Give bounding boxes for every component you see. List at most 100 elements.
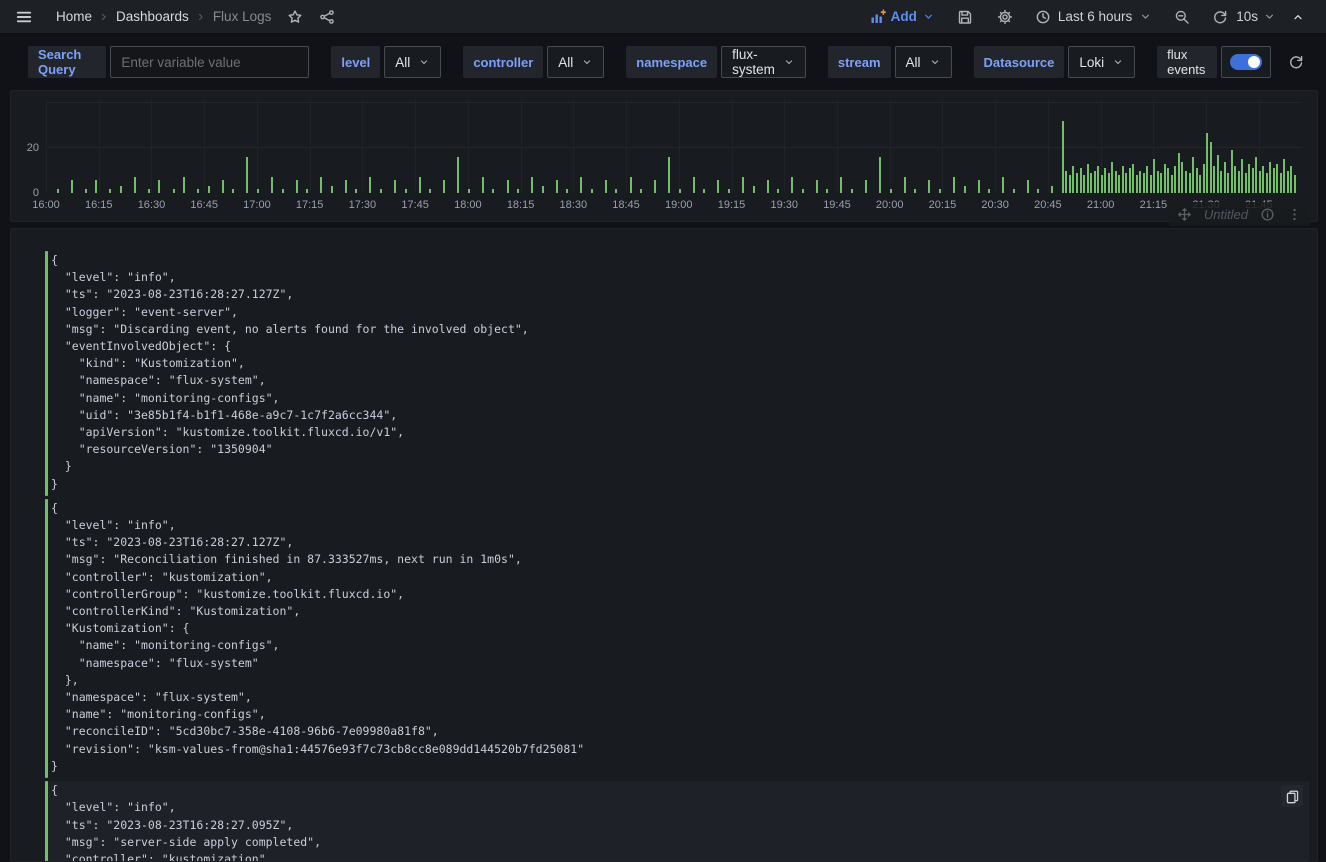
log-volume-bar <box>1150 175 1152 193</box>
flux-events-toggle[interactable] <box>1221 46 1271 78</box>
log-line: "ts": "2023-08-23T16:28:27.127Z", <box>51 286 529 303</box>
variable-flux-events: flux events <box>1157 46 1271 78</box>
favorite-star-button[interactable] <box>281 3 309 31</box>
menu-icon <box>15 8 33 26</box>
chart-plot[interactable] <box>46 99 1301 193</box>
log-line: } <box>51 458 529 475</box>
log-volume-bar <box>1083 175 1085 193</box>
log-volume-bar <box>1146 166 1148 193</box>
panel-menu-icon[interactable] <box>1287 207 1302 222</box>
stream-label: stream <box>828 46 891 78</box>
log-volume-bar <box>173 189 175 193</box>
log-volume-bar <box>1087 164 1089 193</box>
log-volume-bar <box>457 157 459 193</box>
logs-list: { "level": "info", "ts": "2023-08-23T16:… <box>11 229 1317 861</box>
log-volume-bar <box>879 157 881 193</box>
log-row[interactable]: { "level": "info", "ts": "2023-08-23T16:… <box>45 251 1309 496</box>
gridline-vertical <box>362 99 363 193</box>
level-value-dropdown[interactable]: All <box>384 46 441 78</box>
log-volume-bar <box>1171 175 1173 193</box>
log-volume-bar <box>1115 171 1117 193</box>
log-volume-bar <box>1111 162 1113 193</box>
move-panel-icon[interactable] <box>1177 207 1192 222</box>
log-volume-bar <box>1262 166 1264 193</box>
refresh-dashboard-button[interactable] <box>1206 3 1234 31</box>
log-row[interactable]: { "level": "info", "ts": "2023-08-23T16:… <box>45 781 1309 862</box>
x-tick-label: 20:45 <box>1034 199 1062 211</box>
gridline-vertical <box>837 99 838 193</box>
collapse-nav-button[interactable] <box>1284 3 1312 31</box>
log-volume-bar <box>394 180 396 193</box>
log-volume-bar <box>630 177 632 193</box>
log-line: "ts": "2023-08-23T16:28:27.095Z", <box>51 817 404 834</box>
gridline-vertical <box>995 99 996 193</box>
refresh-variables-button[interactable] <box>1285 48 1308 76</box>
log-volume-bar <box>1280 173 1282 193</box>
chevron-down-icon <box>1263 10 1276 23</box>
log-volume-bar <box>742 177 744 193</box>
gridline-vertical <box>415 99 416 193</box>
log-line: "Kustomization": { <box>51 620 584 637</box>
log-level-indicator <box>45 499 48 778</box>
x-tick-label: 19:45 <box>823 199 851 211</box>
gridline-vertical <box>310 99 311 193</box>
log-volume-bar <box>1129 168 1131 193</box>
save-dashboard-button[interactable] <box>951 3 979 31</box>
x-tick-label: 17:45 <box>401 199 429 211</box>
breadcrumb-home[interactable]: Home <box>56 9 92 24</box>
x-tick-label: 16:30 <box>138 199 166 211</box>
search-query-input[interactable] <box>110 46 309 78</box>
grafana-dashboard: Home Dashboards Flux Logs Add <box>0 0 1326 862</box>
share-button[interactable] <box>313 3 341 31</box>
log-volume-bar <box>654 180 656 193</box>
log-volume-bar <box>405 189 407 193</box>
gridline-vertical <box>151 99 152 193</box>
refresh-interval-dropdown[interactable]: 10s <box>1236 9 1276 24</box>
log-volume-bar <box>816 180 818 193</box>
level-value: All <box>395 55 410 70</box>
controller-value-dropdown[interactable]: All <box>547 46 604 78</box>
log-volume-bar <box>964 186 966 193</box>
log-line: "controller": "kustomization", <box>51 569 584 586</box>
chevron-down-icon <box>418 56 430 68</box>
dashboard-settings-button[interactable] <box>991 3 1019 31</box>
log-json-body: { "level": "info", "ts": "2023-08-23T16:… <box>51 781 404 862</box>
menu-button[interactable] <box>10 3 38 31</box>
log-volume-bar <box>1094 171 1096 193</box>
log-volume-bar <box>109 189 111 193</box>
log-volume-bar <box>1294 175 1296 193</box>
log-volume-bar <box>345 180 347 193</box>
x-tick-label: 18:30 <box>560 199 588 211</box>
stream-value-dropdown[interactable]: All <box>895 46 952 78</box>
log-volume-bar <box>1143 173 1145 193</box>
gear-icon <box>997 9 1013 25</box>
log-volume-bar <box>1248 164 1250 193</box>
time-range-picker[interactable]: Last 6 hours <box>1029 5 1158 29</box>
panel-hover-header: Untitled <box>1169 202 1310 226</box>
log-row[interactable]: { "level": "info", "ts": "2023-08-23T16:… <box>45 499 1309 778</box>
namespace-value-dropdown[interactable]: flux-system <box>721 46 806 78</box>
log-volume-bar <box>1192 157 1194 193</box>
log-volume-bar <box>57 189 59 193</box>
copy-log-button[interactable] <box>1281 785 1303 807</box>
log-volume-bar <box>222 180 224 193</box>
log-volume-bar <box>717 180 719 193</box>
log-line: "reconcileID": "5cd30bc7-358e-4108-96b6-… <box>51 723 584 740</box>
log-line: "namespace": "flux-system", <box>51 689 584 706</box>
datasource-value-dropdown[interactable]: Loki <box>1068 46 1135 78</box>
log-volume-bar <box>615 189 617 193</box>
namespace-label: namespace <box>626 46 717 78</box>
log-volume-bar <box>1283 159 1285 193</box>
breadcrumb-dashboards[interactable]: Dashboards <box>116 9 189 24</box>
zoom-out-time-button[interactable] <box>1168 3 1196 31</box>
log-line: "controllerGroup": "kustomize.toolkit.fl… <box>51 586 584 603</box>
refresh-interval-label: 10s <box>1236 9 1258 24</box>
log-volume-bar <box>802 189 804 193</box>
log-volume-bar <box>1234 166 1236 193</box>
stream-value: All <box>906 55 921 70</box>
info-circle-icon[interactable] <box>1260 207 1275 222</box>
x-tick-label: 20:30 <box>981 199 1009 211</box>
add-panel-button[interactable]: Add <box>870 9 935 25</box>
log-volume-bar <box>1167 168 1169 193</box>
log-volume-bar <box>85 189 87 193</box>
